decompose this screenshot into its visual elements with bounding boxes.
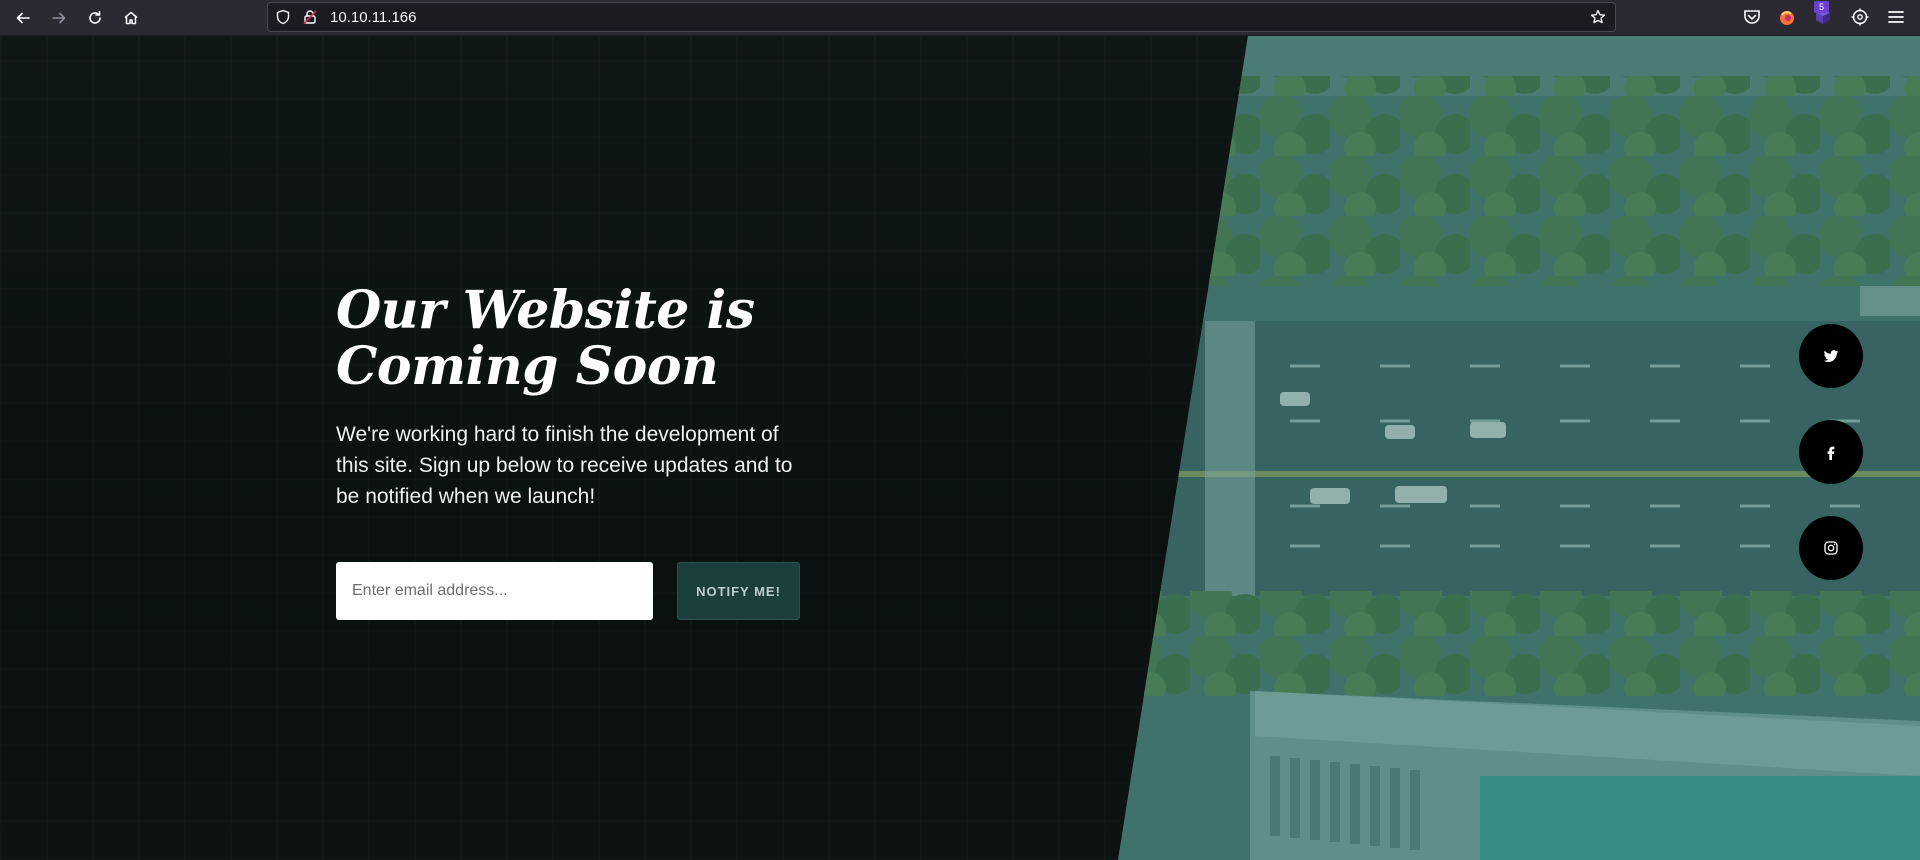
hero-description: We're working hard to finish the develop… bbox=[336, 423, 793, 508]
pocket-icon[interactable] bbox=[1741, 6, 1763, 28]
page-viewport: Our Website is Coming Soon We're working… bbox=[0, 36, 1920, 860]
instagram-icon bbox=[1824, 541, 1838, 555]
email-input[interactable] bbox=[336, 562, 653, 620]
facebook-button[interactable] bbox=[1799, 420, 1863, 484]
twitter-button[interactable] bbox=[1799, 324, 1863, 388]
url-text[interactable]: 10.10.11.166 bbox=[330, 9, 416, 26]
instagram-button[interactable] bbox=[1799, 516, 1863, 580]
settings-gear-icon[interactable] bbox=[1849, 6, 1871, 28]
back-icon bbox=[16, 12, 30, 24]
bookmark-star-icon[interactable] bbox=[1590, 9, 1606, 25]
home-button[interactable] bbox=[117, 4, 145, 32]
tracking-shield-icon[interactable] bbox=[275, 9, 291, 25]
reload-button[interactable] bbox=[81, 4, 109, 32]
reload-icon bbox=[89, 10, 101, 24]
hero-heading: Our Website is Coming Soon bbox=[336, 280, 755, 397]
firefox-extension-icon[interactable] bbox=[1776, 6, 1798, 28]
menu-icon[interactable] bbox=[1885, 6, 1907, 28]
url-bar[interactable]: 10.10.11.166 bbox=[267, 2, 1616, 32]
back-button[interactable] bbox=[9, 4, 37, 32]
lock-icon[interactable] bbox=[302, 9, 318, 25]
forward-icon bbox=[52, 12, 66, 24]
extension-badge: 5 bbox=[1814, 1, 1829, 13]
browser-toolbar: 10.10.11.166 5 bbox=[0, 0, 1920, 36]
home-icon bbox=[124, 11, 138, 25]
aerial-city-photo bbox=[1118, 36, 1920, 860]
facebook-icon bbox=[1827, 446, 1835, 460]
twitter-icon bbox=[1823, 350, 1839, 362]
forward-button[interactable] bbox=[45, 4, 73, 32]
notify-me-button[interactable]: NOTIFY ME! bbox=[677, 562, 800, 620]
